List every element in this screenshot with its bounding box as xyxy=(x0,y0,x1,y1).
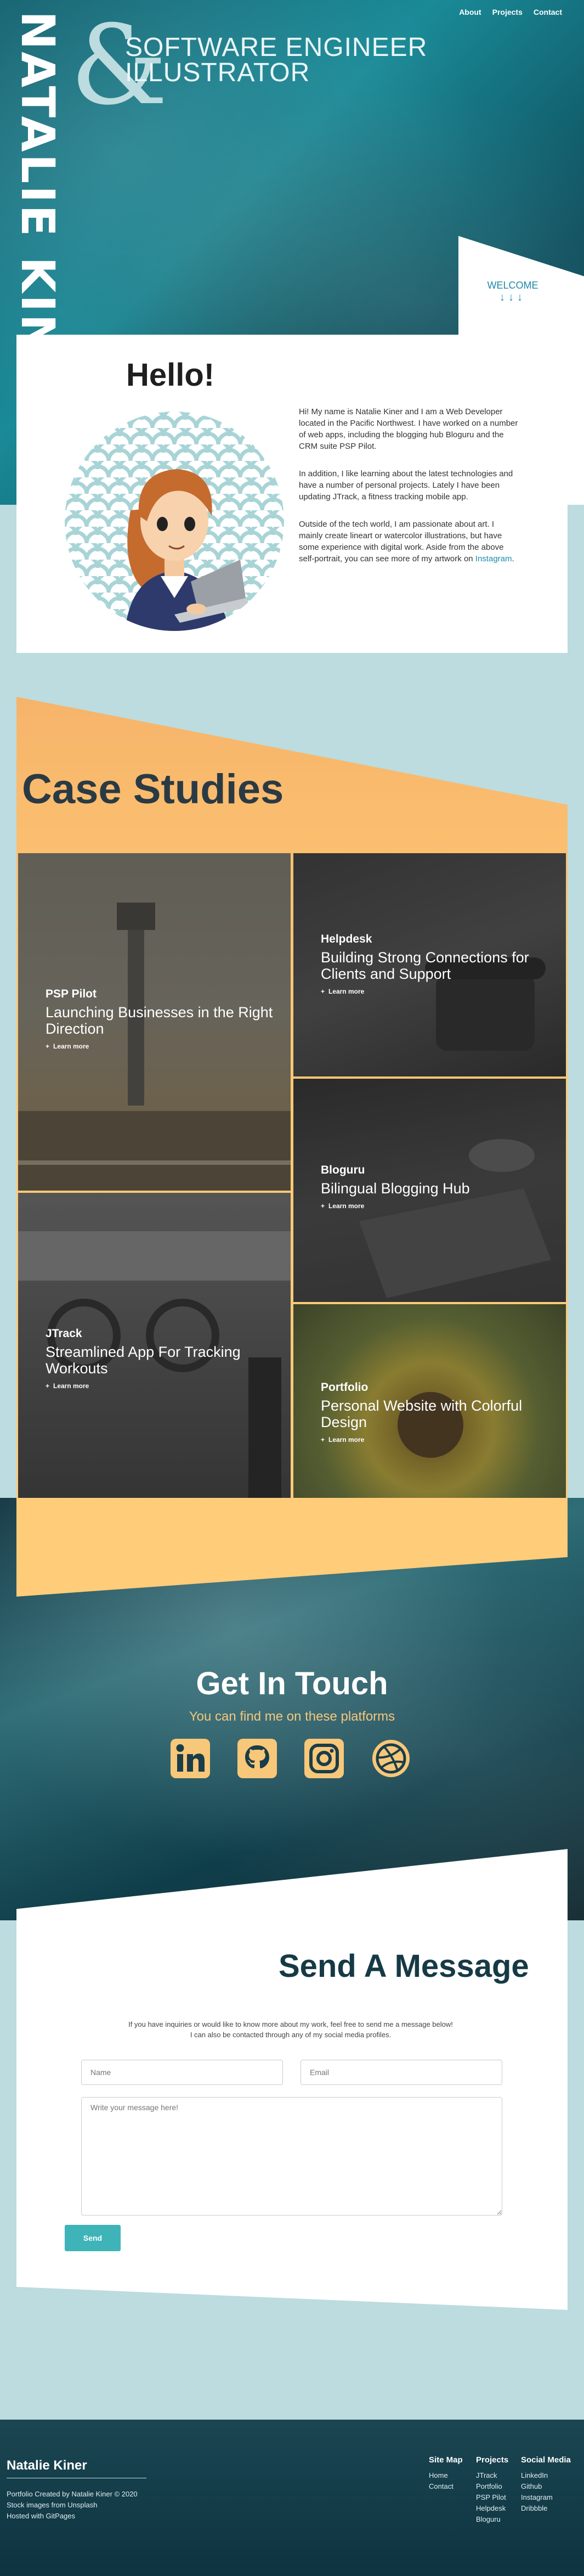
nav-about[interactable]: About xyxy=(459,8,481,16)
dribbble-icon[interactable] xyxy=(369,1737,413,1780)
nav-contact[interactable]: Contact xyxy=(534,8,562,16)
case-card-bloguru[interactable]: Bloguru Bilingual Blogging Hub + Learn mo… xyxy=(293,1079,566,1302)
learn-more-link[interactable]: + Learn more xyxy=(321,1202,540,1210)
about-paragraph-1: Hi! My name is Natalie Kiner and I am a … xyxy=(299,407,518,451)
case-desc: Personal Website with Colorful Design xyxy=(321,1397,523,1430)
top-nav: About Projects Contact xyxy=(459,8,562,16)
send-button[interactable]: Send xyxy=(65,2225,121,2251)
tagline-line-1: SOFTWARE ENGINEER xyxy=(125,33,428,62)
plus-icon: + xyxy=(321,1436,325,1444)
send-message-heading: Send A Message xyxy=(279,1948,529,1984)
plus-icon: + xyxy=(46,1042,50,1050)
footer: Natalie Kiner Portfolio Created by Natal… xyxy=(0,2420,584,2576)
message-intro: If you have inquiries or would like to k… xyxy=(128,2020,453,2039)
footer-link-github[interactable]: Github xyxy=(521,2481,571,2492)
footer-title: Natalie Kiner xyxy=(7,2458,87,2473)
welcome-label: WELCOME xyxy=(487,280,538,291)
case-desc: Bilingual Blogging Hub xyxy=(321,1180,470,1197)
about-heading: Hello! xyxy=(126,357,215,393)
case-name: JTrack xyxy=(46,1327,82,1340)
footer-projects: Projects JTrack Portfolio PSP Pilot Help… xyxy=(476,2455,508,2525)
case-card-portfolio[interactable]: Portfolio Personal Website with Colorful… xyxy=(293,1304,566,1527)
case-studies-title: Case Studies xyxy=(22,766,284,813)
footer-link-bloguru[interactable]: Bloguru xyxy=(476,2514,508,2525)
learn-more-link[interactable]: + Learn more xyxy=(321,988,540,995)
footer-link-dribbble[interactable]: Dribbble xyxy=(521,2503,571,2514)
self-portrait-illustration xyxy=(65,412,284,631)
learn-more-link[interactable]: + Learn more xyxy=(321,1436,540,1444)
hero-tagline: SOFTWARE ENGINEER ILLUSTRATOR xyxy=(125,35,427,86)
footer-link-instagram[interactable]: Instagram xyxy=(521,2492,571,2503)
case-desc: Streamlined App For Tracking Workouts xyxy=(46,1344,241,1377)
instagram-icon[interactable] xyxy=(302,1737,346,1780)
case-desc: Building Strong Connections for Clients … xyxy=(321,949,529,982)
about-paragraph-2: In addition, I like learning about the l… xyxy=(299,469,513,501)
github-icon[interactable] xyxy=(235,1737,279,1780)
instagram-link[interactable]: Instagram xyxy=(475,554,512,563)
footer-link-jtrack[interactable]: JTrack xyxy=(476,2470,508,2481)
footer-info: Portfolio Created by Natalie Kiner © 202… xyxy=(7,2490,138,2520)
footer-link-portfolio[interactable]: Portfolio xyxy=(476,2481,508,2492)
learn-more-link[interactable]: + Learn more xyxy=(46,1382,265,1390)
hero-name-vertical: NATALIE KINER xyxy=(11,11,65,426)
about-paragraph-3: Outside of the tech world, I am passiona… xyxy=(299,520,514,563)
plus-icon: + xyxy=(321,988,325,995)
footer-link-home[interactable]: Home xyxy=(429,2470,463,2481)
message-textarea[interactable] xyxy=(81,2097,502,2216)
get-in-touch-heading: Get In Touch xyxy=(196,1666,388,1701)
linkedin-icon[interactable] xyxy=(168,1737,212,1780)
case-card-jtrack[interactable]: JTrack Streamlined App For Tracking Work… xyxy=(18,1193,291,1527)
case-name: Bloguru xyxy=(321,1164,365,1176)
footer-sitemap: Site Map Home Contact xyxy=(429,2455,463,2492)
plus-icon: + xyxy=(46,1382,50,1390)
learn-more-link[interactable]: + Learn more xyxy=(46,1042,276,1050)
case-desc: Launching Businesses in the Right Direct… xyxy=(46,1004,273,1037)
footer-link-linkedin[interactable]: LinkedIn xyxy=(521,2470,571,2481)
case-card-psp-pilot[interactable]: PSP Pilot Launching Businesses in the Ri… xyxy=(18,853,291,1191)
footer-social: Social Media LinkedIn Github Instagram D… xyxy=(521,2455,571,2514)
nav-projects[interactable]: Projects xyxy=(492,8,523,16)
case-name: PSP Pilot xyxy=(46,988,97,1000)
case-card-helpdesk[interactable]: Helpdesk Building Strong Connections for… xyxy=(293,853,566,1076)
about-card: Hello! Hi! My name is Natalie Kiner and … xyxy=(16,335,568,653)
welcome-link[interactable]: WELCOME ↓↓↓ xyxy=(483,280,543,304)
footer-link-contact[interactable]: Contact xyxy=(429,2481,463,2492)
case-name: Helpdesk xyxy=(321,933,372,945)
down-arrows-icon: ↓↓↓ xyxy=(500,291,526,303)
case-name: Portfolio xyxy=(321,1381,368,1394)
social-icons xyxy=(168,1737,413,1780)
footer-link-helpdesk[interactable]: Helpdesk xyxy=(476,2503,508,2514)
name-input[interactable] xyxy=(81,2060,283,2085)
platforms-subheading: You can find me on these platforms xyxy=(189,1709,395,1724)
footer-link-psp-pilot[interactable]: PSP Pilot xyxy=(476,2492,508,2503)
email-input[interactable] xyxy=(300,2060,502,2085)
tagline-line-2: ILLUSTRATOR xyxy=(125,58,310,87)
plus-icon: + xyxy=(321,1202,325,1210)
